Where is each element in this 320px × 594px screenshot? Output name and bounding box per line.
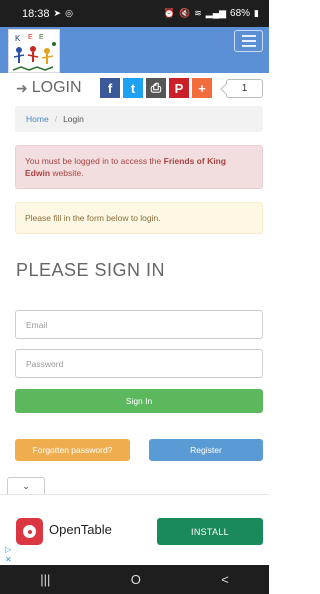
hamburger-icon-bar — [241, 35, 256, 37]
install-button[interactable]: INSTALL — [157, 518, 263, 545]
form-instructions-alert: Please fill in the form below to login. — [15, 202, 263, 234]
recent-apps-button[interactable]: ||| — [40, 572, 50, 587]
email-field[interactable] — [15, 310, 263, 339]
school-logo[interactable]: K E E — [8, 29, 60, 73]
breadcrumb-current: Login — [63, 114, 84, 124]
svg-text:E: E — [28, 34, 33, 41]
register-button[interactable]: Register — [149, 439, 263, 461]
menu-toggle-button[interactable] — [234, 30, 263, 52]
facebook-share-icon[interactable]: f — [100, 78, 120, 98]
instagram-icon: ◎ — [65, 8, 73, 18]
hamburger-icon-bar — [241, 40, 256, 42]
back-button[interactable]: < — [221, 572, 229, 587]
site-header: K E E — [0, 27, 269, 73]
status-bar: 18:38 ➤ ◎ ⏰ 🔇 ≋ ▂▄▆ 68% ▮ — [0, 0, 269, 27]
title-row: ➜ LOGIN f t ⎙ P + 1 — [0, 76, 269, 100]
twitter-share-icon[interactable]: t — [123, 78, 143, 98]
mute-icon: 🔇 — [179, 8, 191, 18]
battery-level: 68% — [230, 8, 251, 19]
advertiser-name: OpenTable — [49, 522, 112, 537]
breadcrumb-home-link[interactable]: Home — [26, 114, 49, 124]
signal-icon: ▂▄▆ — [205, 8, 227, 18]
svg-text:E: E — [39, 34, 44, 41]
hamburger-icon-bar — [241, 45, 256, 47]
chevron-down-icon: ⌄ — [22, 480, 30, 491]
home-button[interactable]: O — [131, 572, 141, 587]
page-title-text: LOGIN — [31, 79, 82, 96]
signin-heading: PLEASE SIGN IN — [16, 260, 166, 280]
status-time: 18:38 — [22, 7, 50, 20]
opentable-logo-icon — [16, 518, 43, 545]
instructions-text: Please fill in the form below to login. — [25, 213, 161, 223]
logo-image: K E E — [9, 30, 59, 72]
ad-banner[interactable]: OpenTable INSTALL ▷ ✕ — [0, 505, 269, 565]
more-share-icon[interactable]: + — [192, 78, 212, 98]
print-share-icon[interactable]: ⎙ — [146, 78, 166, 98]
sign-in-icon: ➜ — [16, 79, 28, 96]
system-nav-bar: ||| O < — [0, 565, 269, 594]
forgotten-password-button[interactable]: Forgotten password? — [15, 439, 130, 461]
pinterest-share-icon[interactable]: P — [169, 78, 189, 98]
adchoices-icon[interactable]: ▷ — [5, 545, 11, 554]
wifi-icon: ≋ — [194, 8, 202, 18]
battery-icon: ▮ — [254, 8, 259, 18]
page-title: ➜ LOGIN — [16, 76, 82, 100]
breadcrumb: Home / Login — [15, 106, 263, 132]
sign-in-button[interactable]: Sign In — [15, 389, 263, 413]
breadcrumb-separator: / — [54, 114, 58, 124]
alert-text: You must be logged in to access the — [25, 156, 164, 166]
alert-text-end: website. — [50, 168, 84, 178]
svg-text:K: K — [15, 34, 21, 43]
password-field[interactable] — [15, 349, 263, 378]
login-required-alert: You must be logged in to access the Frie… — [15, 145, 263, 189]
ad-close-icon[interactable]: ✕ — [5, 555, 12, 564]
collapse-toggle[interactable]: ⌄ — [7, 477, 45, 494]
alarm-icon: ⏰ — [163, 8, 176, 18]
share-count: 1 — [226, 79, 263, 98]
divider — [0, 494, 269, 495]
navigation-arrow-icon: ➤ — [53, 8, 62, 18]
